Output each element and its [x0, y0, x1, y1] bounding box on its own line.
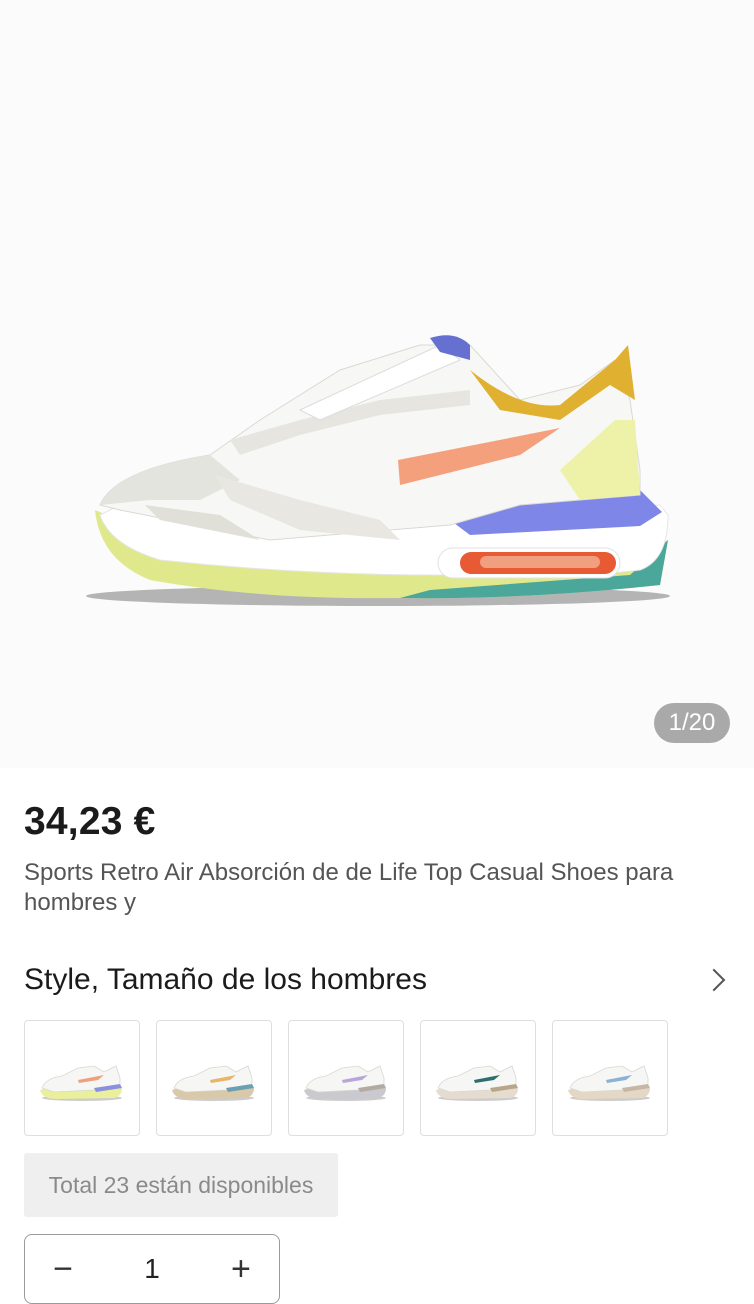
decrease-quantity-button[interactable]: − [49, 1250, 77, 1289]
variant-thumbnail[interactable] [288, 1020, 404, 1136]
product-image-gallery[interactable]: 1/20 [0, 0, 754, 768]
variant-thumbnail[interactable] [156, 1020, 272, 1136]
variant-thumbnail[interactable] [420, 1020, 536, 1136]
variant-selector-header[interactable]: Style, Tamaño de los hombres [24, 960, 730, 1000]
product-image [86, 335, 670, 606]
variant-thumbnails [24, 1020, 668, 1136]
quantity-value[interactable]: 1 [144, 1253, 160, 1285]
product-price: 34,23 € [24, 800, 156, 843]
quantity-stepper: − 1 + [24, 1234, 280, 1304]
variant-thumbnail[interactable] [24, 1020, 140, 1136]
shoe-thumbnail-image [40, 1065, 122, 1101]
variant-thumbnail[interactable] [552, 1020, 668, 1136]
variant-selector-label: Style, Tamaño de los hombres [24, 963, 427, 996]
shoe-thumbnail-image [568, 1065, 650, 1101]
shoe-thumbnail-image [172, 1065, 254, 1101]
increase-quantity-button[interactable]: + [227, 1250, 255, 1289]
stock-availability: Total 23 están disponibles [24, 1153, 338, 1217]
image-counter: 1/20 [654, 703, 730, 743]
shoe-thumbnail-image [304, 1065, 386, 1101]
chevron-right-icon[interactable] [702, 968, 726, 992]
shoe-thumbnail-image [436, 1065, 518, 1101]
product-title: Sports Retro Air Absorción de de Life To… [24, 859, 674, 916]
